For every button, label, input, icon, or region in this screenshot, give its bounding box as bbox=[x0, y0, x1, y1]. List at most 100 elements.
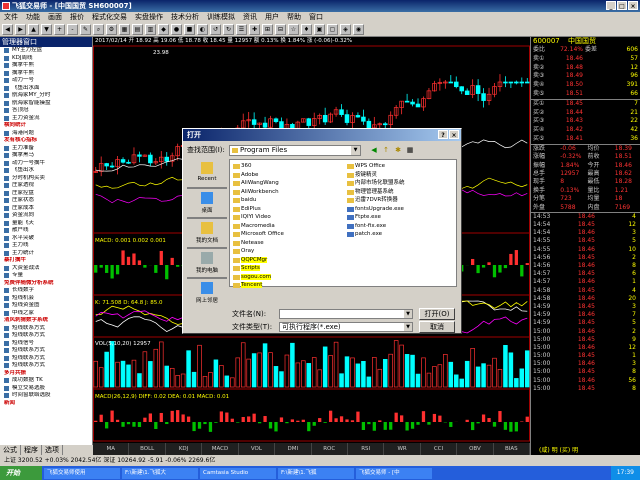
tree-item[interactable]: 答顶冠 bbox=[0, 107, 92, 115]
tree-item[interactable]: 航海家MY_分时 bbox=[0, 92, 92, 100]
folder-item[interactable]: IQIYI Video bbox=[232, 213, 342, 222]
tree-category[interactable]: 新闻 bbox=[0, 400, 92, 408]
taskbar-item[interactable]: 飞狐交易师 - [中 bbox=[356, 467, 432, 479]
tree-item[interactable]: 散户线 bbox=[0, 227, 92, 235]
toolbar-button-icon[interactable]: ▶ bbox=[15, 24, 26, 35]
toolbar-button-icon[interactable]: ⊟ bbox=[275, 24, 286, 35]
folder-item[interactable]: Oray bbox=[232, 247, 342, 256]
start-button[interactable]: 开始 bbox=[0, 466, 42, 480]
menu-item-4[interactable]: 程式化交易 bbox=[88, 12, 131, 23]
toolbar-button-icon[interactable]: + bbox=[54, 24, 65, 35]
folder-item[interactable]: Scripts bbox=[232, 264, 342, 273]
menu-item-6[interactable]: 技术分析 bbox=[167, 12, 203, 23]
tree-item[interactable]: 成功数据 TK bbox=[0, 377, 92, 385]
taskbar-item[interactable]: F:\新建\1.飞狐 bbox=[278, 467, 354, 479]
folder-item[interactable]: sogou.com bbox=[232, 273, 342, 282]
toolbar-button-icon[interactable]: ▤ bbox=[132, 24, 143, 35]
indicator-tab-boll[interactable]: BOLL bbox=[129, 443, 166, 455]
tree-item[interactable]: 资金流向 bbox=[0, 212, 92, 220]
chevron-down-icon[interactable]: ▼ bbox=[404, 310, 412, 318]
view-menu-icon[interactable]: ▦ bbox=[405, 145, 415, 155]
tree-item[interactable]: 水平突破 bbox=[0, 235, 92, 243]
tree-item[interactable]: 主力线 bbox=[0, 242, 92, 250]
tree-item[interactable]: 专量 bbox=[0, 272, 92, 280]
tree-category[interactable]: 多月共振 bbox=[0, 370, 92, 378]
tree-item[interactable]: 庄家控盘 bbox=[0, 190, 92, 198]
folder-item[interactable]: Microsoft Office bbox=[232, 230, 342, 239]
tree-item[interactable]: 短线联系方式 bbox=[0, 355, 92, 363]
tree-item[interactable]: 时间窗联络选股 bbox=[0, 392, 92, 400]
folder-item[interactable]: 迅雷7DVR转换器 bbox=[346, 196, 456, 205]
toolbar-button-icon[interactable]: - bbox=[67, 24, 78, 35]
minimize-button[interactable]: _ bbox=[606, 1, 616, 10]
toolbar-button-icon[interactable]: ◉ bbox=[353, 24, 364, 35]
tree-item[interactable]: 庄家成本 bbox=[0, 205, 92, 213]
toolbar-button-icon[interactable]: ■ bbox=[184, 24, 195, 35]
indicator-tab-wr[interactable]: WR bbox=[384, 443, 421, 455]
place-3[interactable]: 我的电脑 bbox=[187, 249, 227, 277]
open-button[interactable]: 打开(O) bbox=[419, 308, 455, 320]
tree-item[interactable]: 飞鱼出水 bbox=[0, 167, 92, 175]
back-icon[interactable]: ◀ bbox=[369, 145, 379, 155]
folder-item[interactable]: AliWorkbench bbox=[232, 188, 342, 197]
toolbar-button-icon[interactable]: ◀ bbox=[2, 24, 13, 35]
folder-item[interactable]: WPS Office bbox=[346, 162, 456, 171]
tree-category[interactable]: 横向统计 bbox=[0, 122, 92, 130]
toolbar-button-icon[interactable]: ▦ bbox=[119, 24, 130, 35]
tree-category[interactable]: 免费伴随微分析系统 bbox=[0, 280, 92, 288]
taskbar-item[interactable]: 飞狐交易师使用 bbox=[44, 467, 120, 479]
tree-category[interactable]: 暴打擒牛 bbox=[0, 257, 92, 265]
file-item[interactable]: font-fix.exe bbox=[346, 222, 456, 231]
indicator-tab-obv[interactable]: OBV bbox=[457, 443, 494, 455]
indicator-tab-rsi[interactable]: RSI bbox=[348, 443, 385, 455]
folder-item[interactable]: Netease bbox=[232, 239, 342, 248]
chevron-down-icon[interactable]: ▼ bbox=[404, 323, 412, 331]
look-in-select[interactable]: Program Files ▼ bbox=[229, 145, 361, 156]
indicator-tab-bias[interactable]: BIAS bbox=[494, 443, 531, 455]
folder-item[interactable]: 内部市场化联盟系统 bbox=[346, 179, 456, 188]
place-1[interactable]: 桌面 bbox=[187, 189, 227, 217]
menu-item-1[interactable]: 功能 bbox=[22, 12, 44, 23]
new-folder-icon[interactable]: ✱ bbox=[393, 145, 403, 155]
toolbar-button-icon[interactable]: ✎ bbox=[80, 24, 91, 35]
folder-item[interactable]: Tencent bbox=[232, 281, 342, 290]
folder-item[interactable]: baidu bbox=[232, 196, 342, 205]
up-folder-icon[interactable]: ↑ bbox=[381, 145, 391, 155]
toolbar-button-icon[interactable]: ↺ bbox=[210, 24, 221, 35]
toolbar-button-icon[interactable]: ☰ bbox=[236, 24, 247, 35]
tree-item[interactable]: 飞鱼出水面 bbox=[0, 85, 92, 93]
indicator-tab-macd[interactable]: MACD bbox=[202, 443, 239, 455]
toolbar-button-icon[interactable]: ◐ bbox=[197, 24, 208, 35]
tree-item[interactable]: 短线机会 bbox=[0, 295, 92, 303]
file-list[interactable]: 360 Adobe AliWangWang AliWorkbench baidu EdiP… bbox=[229, 159, 457, 290]
folder-item[interactable]: Macromedia bbox=[232, 222, 342, 231]
tree-item[interactable]: 模立交易选股 bbox=[0, 385, 92, 393]
tree-item[interactable]: MY主力控盘 bbox=[0, 47, 92, 55]
tree-category[interactable]: 发有核心指标 bbox=[0, 137, 92, 145]
toolbar-button-icon[interactable]: ▲ bbox=[28, 24, 39, 35]
tree-item[interactable]: 庄家透视 bbox=[0, 182, 92, 190]
menu-item-0[interactable]: 文件 bbox=[0, 12, 22, 23]
tree-item[interactable]: 海港问题 bbox=[0, 130, 92, 138]
tree-item[interactable]: 量能飞天 bbox=[0, 220, 92, 228]
file-item[interactable]: fontsUpgrade.exe bbox=[346, 205, 456, 214]
toolbar-button-icon[interactable]: ⚙ bbox=[106, 24, 117, 35]
folder-item[interactable]: EdiPlus bbox=[232, 205, 342, 214]
tree-item[interactable]: 主力统计 bbox=[0, 250, 92, 258]
tree-item[interactable]: 中线之家 bbox=[0, 310, 92, 318]
toolbar-button-icon[interactable]: ▣ bbox=[314, 24, 325, 35]
indicator-tab-kdj[interactable]: KDJ bbox=[166, 443, 203, 455]
toolbar-button-icon[interactable]: ♦ bbox=[301, 24, 312, 35]
cancel-button[interactable]: 取消 bbox=[419, 321, 455, 333]
tree-item[interactable]: 短线资金图 bbox=[0, 302, 92, 310]
toolbar-button-icon[interactable]: ◈ bbox=[340, 24, 351, 35]
toolbar-button-icon[interactable]: ▼ bbox=[41, 24, 52, 35]
tree-item[interactable]: KDJ周线 bbox=[0, 55, 92, 63]
toolbar-button-icon[interactable]: ▢ bbox=[327, 24, 338, 35]
toolbar-button-icon[interactable]: ◆ bbox=[158, 24, 169, 35]
menu-item-7[interactable]: 训练模拟 bbox=[203, 12, 239, 23]
tree-item[interactable]: 主力准备 bbox=[0, 145, 92, 153]
menu-item-3[interactable]: 报价 bbox=[66, 12, 88, 23]
tree-item[interactable]: 短线联系方式 bbox=[0, 362, 92, 370]
tree-item[interactable]: 短线联系方式 bbox=[0, 325, 92, 333]
